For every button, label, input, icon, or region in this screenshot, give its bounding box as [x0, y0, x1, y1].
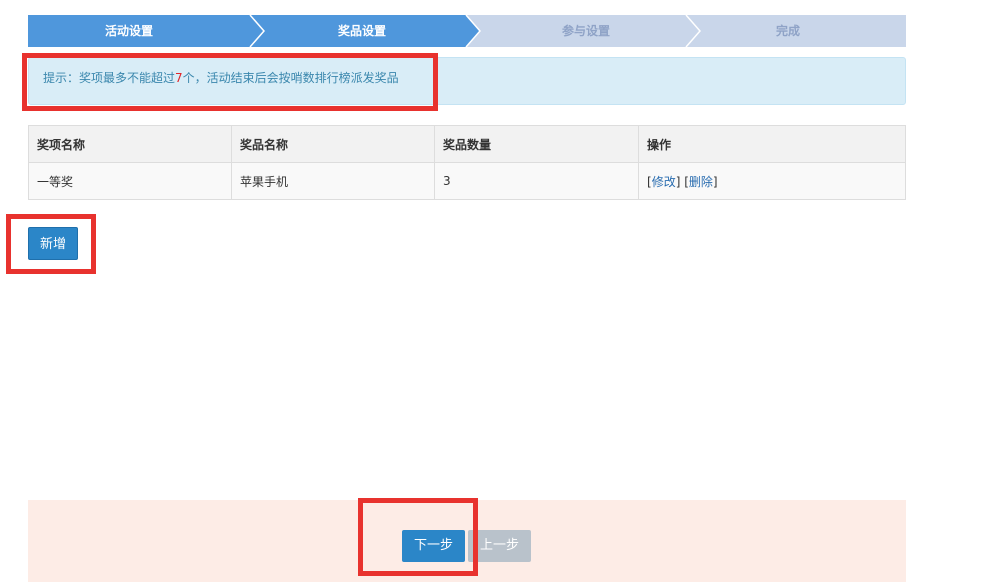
column-header-award-name: 奖项名称 — [28, 125, 232, 163]
table-header-row: 奖项名称 奖品名称 奖品数量 操作 — [28, 125, 906, 163]
actions-cell: [修改] [删除] — [638, 162, 906, 200]
step-2-label[interactable]: 奖品设置 — [264, 15, 460, 47]
annotation-box-hint — [22, 53, 438, 111]
annotation-box-next — [358, 498, 478, 576]
awards-table: 奖项名称 奖品名称 奖品数量 操作 一等奖 苹果手机 3 [修改] [删除] — [28, 125, 906, 200]
delete-link[interactable]: 删除 — [689, 175, 713, 189]
annotation-box-add — [6, 214, 96, 274]
column-header-prize-name: 奖品名称 — [231, 125, 435, 163]
step-3-label[interactable]: 参与设置 — [480, 15, 692, 47]
page: 活动设置 奖品设置 参与设置 完成 提示：奖项最多不能超过7个，活动结束后会按哨… — [0, 0, 987, 582]
prize-name-cell: 苹果手机 — [231, 162, 435, 200]
step-1-label[interactable]: 活动设置 — [28, 15, 230, 47]
column-header-actions: 操作 — [638, 125, 906, 163]
prize-quantity-cell: 3 — [434, 162, 639, 200]
step-4-label[interactable]: 完成 — [700, 15, 876, 47]
edit-link[interactable]: 修改 — [652, 175, 676, 189]
award-name-cell: 一等奖 — [28, 162, 232, 200]
step-wizard: 活动设置 奖品设置 参与设置 完成 — [28, 15, 906, 47]
table-row: 一等奖 苹果手机 3 [修改] [删除] — [28, 162, 906, 200]
column-header-prize-quantity: 奖品数量 — [434, 125, 639, 163]
